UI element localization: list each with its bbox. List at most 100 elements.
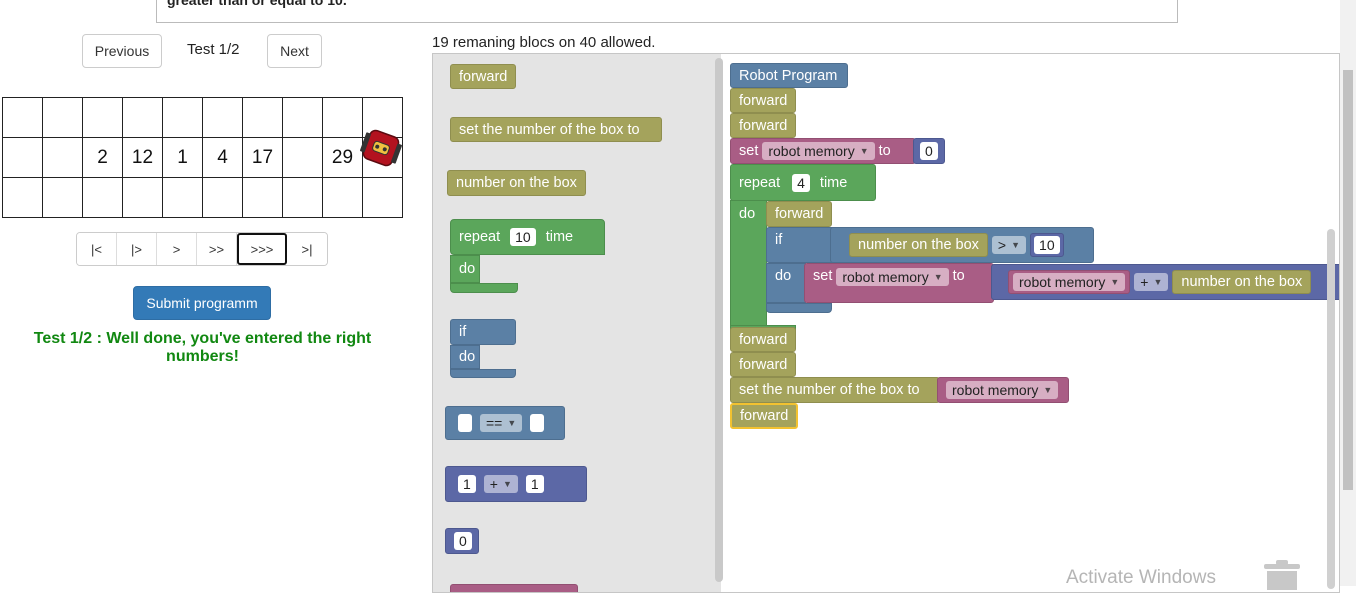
program-forward-4[interactable]: forward [730,352,797,377]
toolbox-arithmetic-block[interactable]: 1 + ▼ 1 [445,466,587,502]
toolbox-repeat-label: repeat [459,229,501,245]
grid-cell [42,177,83,218]
program-set-variable-dropdown[interactable]: robot memory ▼ [762,142,875,160]
grid-cell: 1 [162,137,203,178]
grid-cell [202,177,243,218]
program-set-memory-block[interactable]: set robot memory ▼ to [730,138,916,164]
program-sum-operator[interactable]: + ▼ [1134,273,1169,291]
grid-cell [282,137,323,178]
grid-cell [282,97,323,138]
grid-cell [202,97,243,138]
blockly-workspace[interactable]: forward set the number of the box to num… [432,53,1340,593]
page-scrollbar-thumb[interactable] [1343,70,1353,490]
program-loop-forward[interactable]: forward [766,201,833,227]
toolbox-scrollbar[interactable] [715,58,723,582]
program-if-number-on-box[interactable]: number on the box [849,233,988,257]
grid-cell [362,177,403,218]
player-step-button[interactable]: |> [117,233,157,265]
grid-cell [42,97,83,138]
block-toolbox: forward set the number of the box to num… [433,54,721,592]
program-inner-to-label: to [952,268,965,284]
player-fast-button[interactable]: >> [197,233,237,265]
robot-icon [360,129,402,167]
grid-cell: 12 [122,137,163,178]
program-compare-operator[interactable]: > ▼ [991,236,1027,254]
toolbox-if-block[interactable]: if [450,319,516,345]
program-set-label: set [739,143,759,159]
program-set-box-block[interactable]: set the number of the box to [730,377,940,403]
toolbox-arith-right[interactable]: 1 [525,475,544,493]
program-repeat-do-arm: do [730,200,767,326]
program-forward-1[interactable]: forward [730,88,797,113]
toolbox-repeat-footer [450,283,518,293]
program-if-condition[interactable]: number on the box > ▼ 10 [830,227,1094,263]
grid-cell [242,97,283,138]
grid-row [2,97,403,138]
grid-cell [82,177,123,218]
program-repeat-do-label: do [739,206,756,222]
toolbox-number-on-box-block[interactable]: number on the box [447,170,586,196]
program-compare-value-block[interactable]: 10 [1030,233,1064,257]
player-last-button[interactable]: >| [287,233,327,265]
toolbox-repeat-block[interactable]: repeat 10 time [450,219,605,255]
toolbox-number-value[interactable]: 0 [454,532,472,550]
toolbox-time-label: time [545,229,574,245]
program-repeat-block[interactable]: repeat 4 time [730,164,876,201]
toolbox-compare-left-slot[interactable] [458,414,472,432]
program-inner-set-variable[interactable]: robot memory ▼ [836,268,949,286]
grid-cell [322,177,363,218]
player-play-button[interactable]: > [157,233,197,265]
toolbox-do-label: do [459,261,476,277]
toolbox-compare-right-slot[interactable] [530,414,545,432]
grid-cell [322,97,363,138]
toolbox-number-block[interactable]: 0 [445,528,479,554]
toolbox-if-do-arm: do [450,345,480,369]
grid-cell [242,177,283,218]
program-inner-set-label: set [813,268,833,284]
grid-row: 2 12 1 4 17 29 [2,137,403,178]
program-if-block[interactable]: if [766,227,836,263]
test-label: Test 1/2 [187,41,240,58]
program-forward-2[interactable]: forward [730,113,797,138]
program-to-label: to [878,143,891,159]
program-set-box-variable[interactable]: robot memory ▼ [937,377,1069,403]
toolbox-compare-block[interactable]: == ▼ [445,406,565,440]
previous-button[interactable]: Previous [82,34,162,68]
player-first-button[interactable]: |< [77,233,117,265]
player-faster-button[interactable]: >>> [237,233,287,265]
success-message: Test 1/2 : Well done, you've entered the… [33,330,372,365]
toolbox-repeat-count[interactable]: 10 [510,228,536,246]
grid-cell [282,177,323,218]
grid-cell [162,177,203,218]
submit-program-button[interactable]: Submit programm [133,286,271,320]
program-if-do-arm: do [766,263,806,303]
toolbox-variable-block[interactable] [450,584,578,592]
grid-cell [82,97,123,138]
toolbox-set-box-block[interactable]: set the number of the box to [450,117,662,142]
toolbox-if-footer [450,369,516,378]
toolbox-arith-operator[interactable]: + ▼ [483,475,518,493]
program-sum-block[interactable]: robot memory ▼ + ▼ number on the box [991,264,1339,300]
program-init-value[interactable]: 0 [920,142,938,160]
page-scrollbar[interactable] [1340,0,1356,586]
program-set-box-variable-dropdown[interactable]: robot memory ▼ [946,381,1059,399]
next-button[interactable]: Next [267,34,322,68]
program-sum-number-on-box[interactable]: number on the box [1172,270,1312,294]
workspace-scrollbar[interactable] [1327,229,1335,589]
grid-cell: 2 [82,137,123,178]
toolbox-arith-left[interactable]: 1 [458,475,476,493]
program-inner-set-block[interactable]: set robot memory ▼ to [804,263,994,303]
toolbox-repeat-do-arm: do [450,255,480,283]
program-sum-left-var[interactable]: robot memory ▼ [1008,270,1131,294]
program-repeat-label: repeat [739,174,781,191]
program-forward-selected[interactable]: forward [730,403,799,429]
toolbox-compare-operator[interactable]: == ▼ [480,414,523,432]
program-header-block[interactable]: Robot Program [730,63,848,88]
toolbox-if-do-label: do [459,349,476,365]
program-forward-3[interactable]: forward [730,327,797,352]
grid-cell: 17 [242,137,283,178]
toolbox-forward-block[interactable]: forward [450,64,517,89]
program-repeat-count[interactable]: 4 [792,173,810,192]
program-init-number-block[interactable]: 0 [913,138,945,164]
program-forward-3-label: forward [739,331,788,348]
